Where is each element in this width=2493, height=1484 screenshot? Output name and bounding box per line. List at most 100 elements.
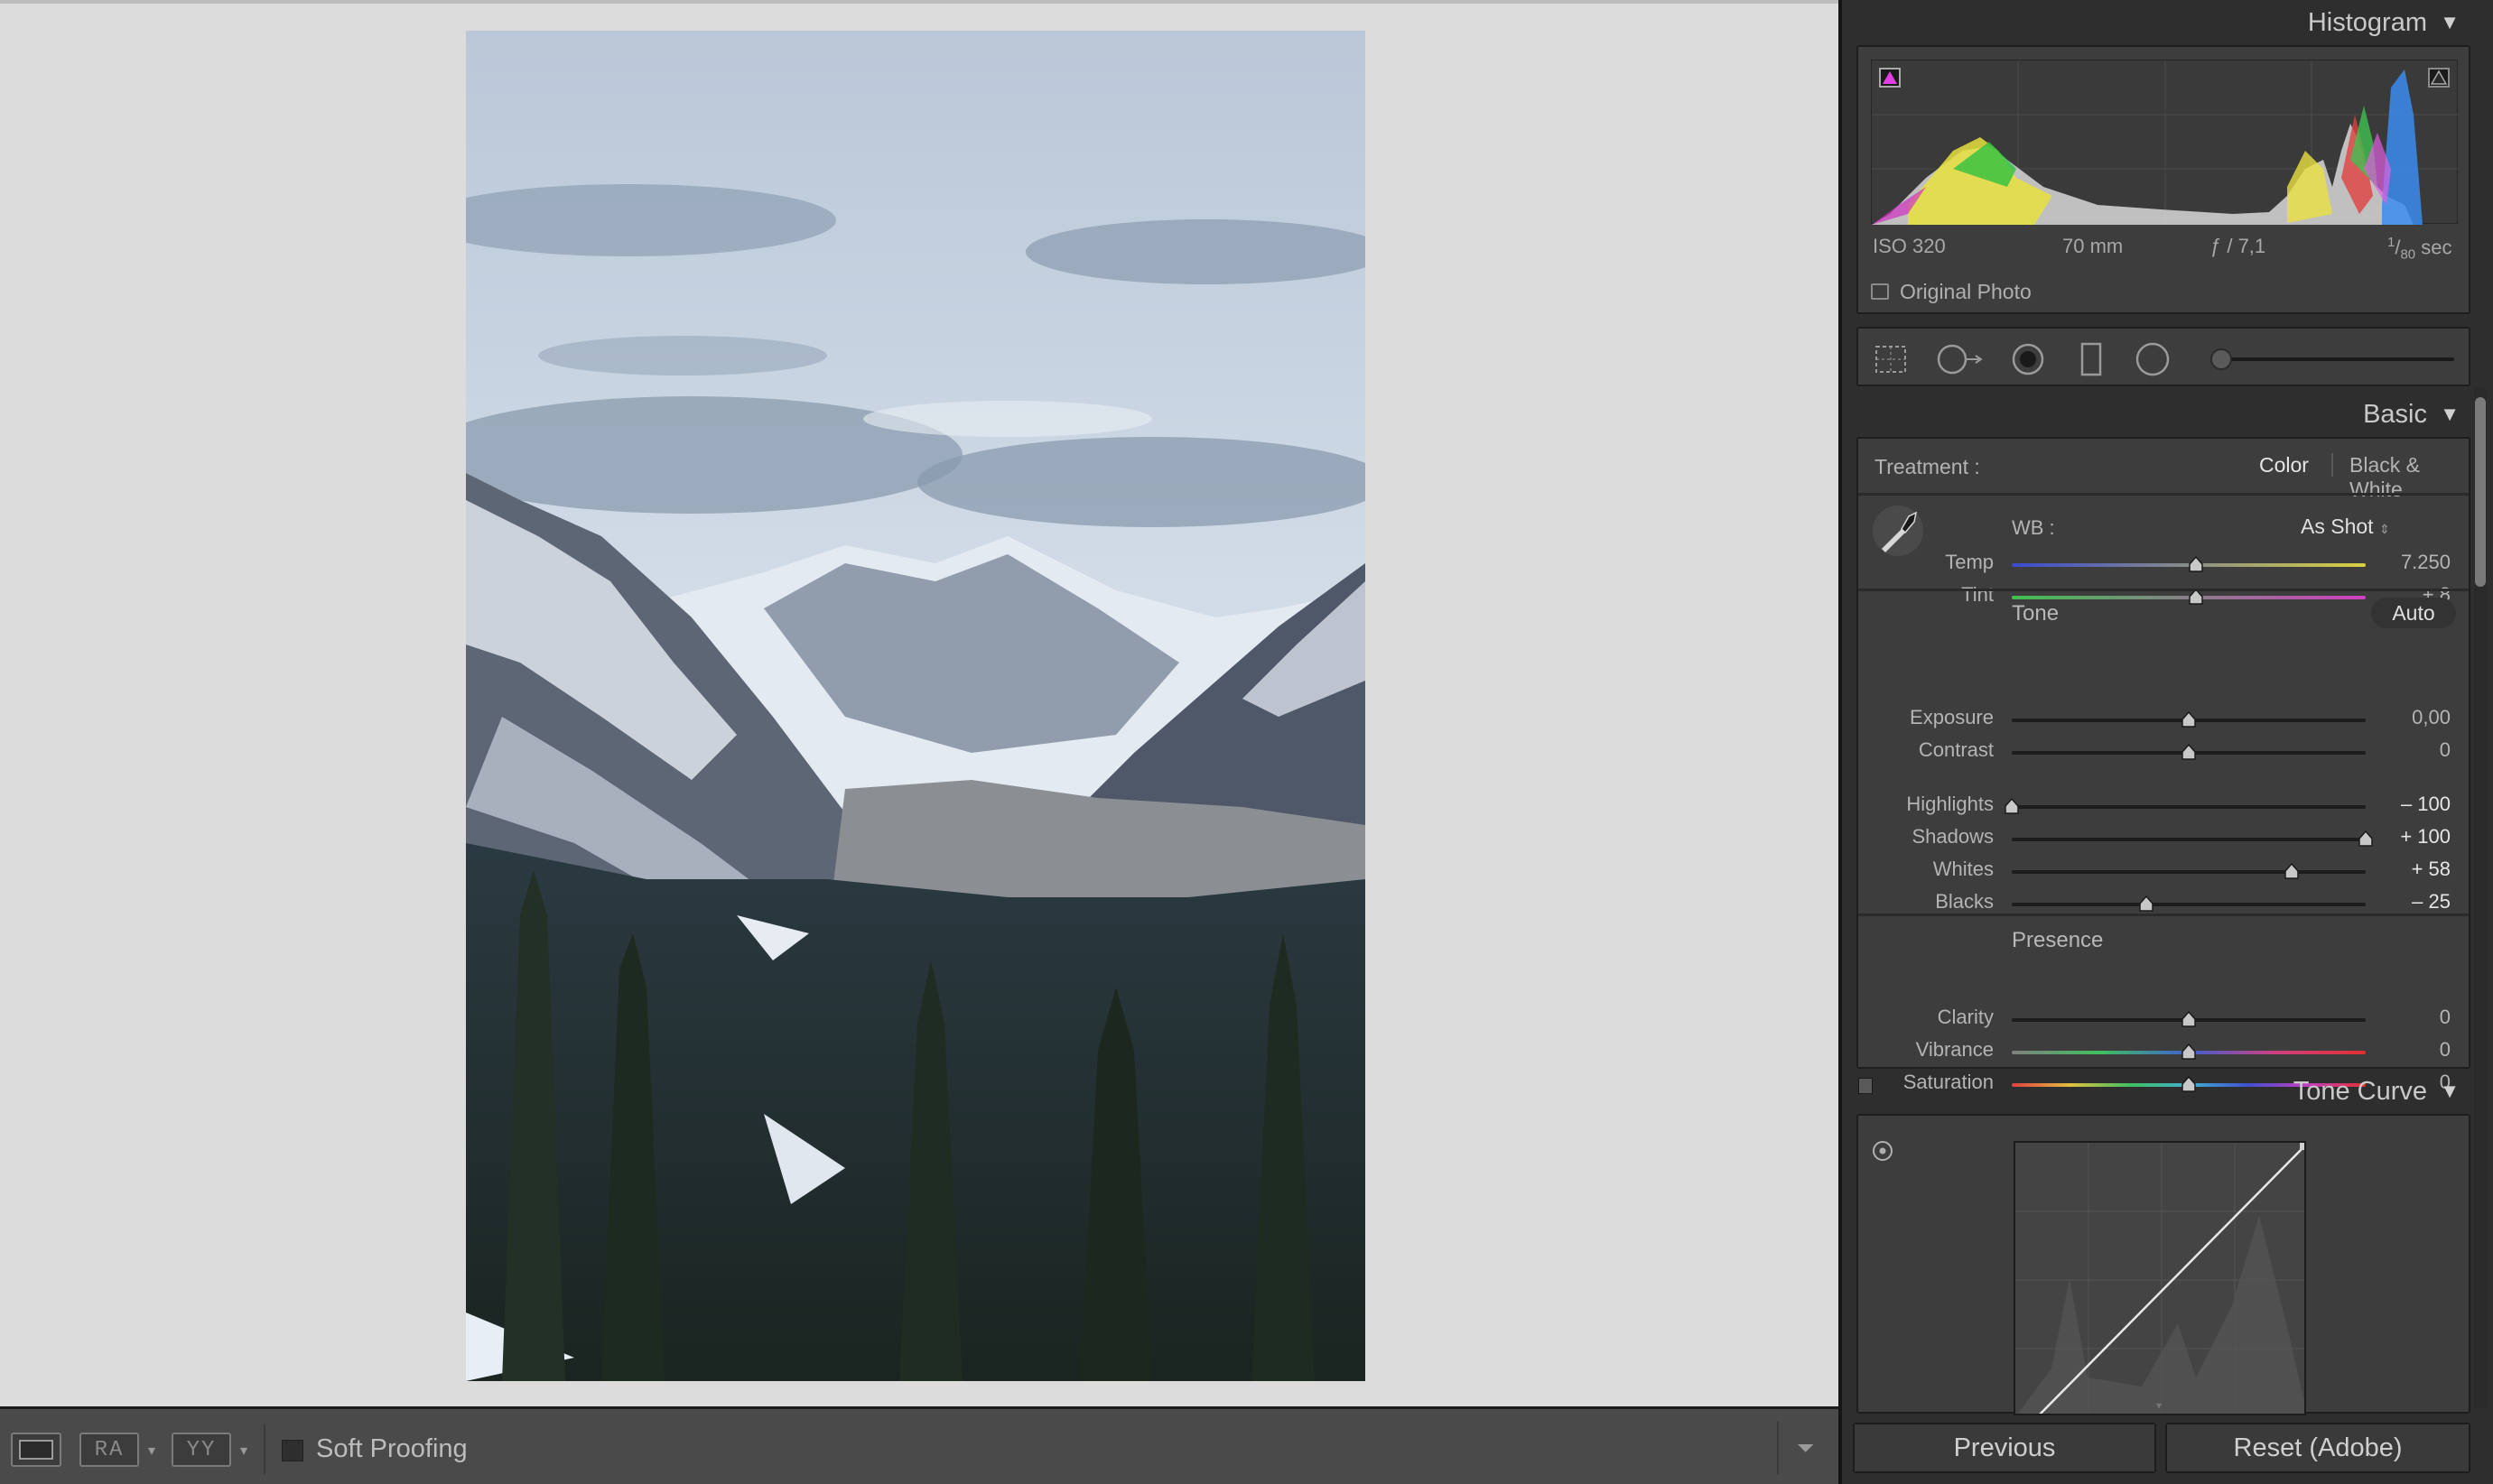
highlights-slider-thumb[interactable]: [2005, 798, 2019, 814]
wb-dropdown-arrows-icon: ⇕: [2378, 522, 2390, 536]
exposure-slider-thumb[interactable]: [2181, 711, 2196, 728]
exif-focal-length: 70 mm: [2062, 235, 2124, 257]
basic-panel: Treatment : Color Black & White WB : As …: [1856, 437, 2470, 1093]
shutter-denominator: 80: [2400, 246, 2416, 263]
toolbar-options-dropdown[interactable]: ⏷: [1797, 1436, 1814, 1461]
highlight-clip-triangle-icon: [2430, 70, 2448, 85]
wb-preset-value: As Shot: [2301, 515, 2374, 538]
tone-curve-header[interactable]: Tone Curve ▼: [1856, 1069, 2470, 1114]
shadows-slider-track[interactable]: [2012, 838, 2366, 841]
original-photo-checkbox[interactable]: [1871, 283, 1889, 300]
temp-label: Temp: [1945, 551, 1994, 573]
clarity-value[interactable]: 0: [2351, 1006, 2451, 1029]
bottom-toolbar: RA ▾ YY ▾ Soft Proofing ⏷: [0, 1406, 1838, 1484]
histogram-title: Histogram: [2307, 8, 2427, 37]
tint-label: Tint: [1961, 583, 1994, 606]
whites-label: Whites: [1932, 858, 1994, 880]
original-photo-label: Original Photo: [1900, 280, 2032, 303]
histogram-header[interactable]: Histogram ▼: [1856, 0, 2470, 45]
whites-slider-thumb[interactable]: [2284, 863, 2299, 879]
highlight-clipping-toggle[interactable]: [2428, 68, 2450, 88]
develop-tool-strip: [1856, 327, 2470, 386]
highlights-value[interactable]: – 100: [2351, 793, 2451, 816]
exif-shutter: 1/80 sec: [2387, 235, 2452, 263]
vibrance-label: Vibrance: [1915, 1038, 1994, 1061]
adjustment-brush-slider[interactable]: [2218, 357, 2454, 361]
highlights-label: Highlights: [1906, 793, 1994, 815]
wb-preset-dropdown[interactable]: As Shot ⇕: [2301, 515, 2390, 539]
treatment-label: Treatment :: [1874, 455, 1980, 478]
adjustment-brush-knob[interactable]: [2210, 348, 2232, 370]
panel-resize-handle[interactable]: ▾: [2156, 1399, 2162, 1412]
blacks-label: Blacks: [1935, 890, 1994, 913]
before-after-split-button[interactable]: YY: [172, 1433, 231, 1467]
panel-divider: [1858, 589, 2469, 591]
blacks-slider-track[interactable]: [2012, 903, 2366, 906]
chevron-down-icon[interactable]: ▾: [240, 1442, 247, 1460]
whites-slider-track[interactable]: [2012, 870, 2366, 874]
shadows-value[interactable]: + 100: [2351, 825, 2451, 849]
blacks-value[interactable]: – 25: [2351, 890, 2451, 914]
contrast-slider-thumb[interactable]: [2181, 744, 2196, 760]
toolbar-divider: [264, 1424, 265, 1474]
crop-overlay-icon[interactable]: [1873, 341, 1909, 377]
radial-filter-icon[interactable]: [2135, 341, 2171, 377]
temp-slider-thumb[interactable]: [2189, 556, 2203, 572]
before-after-view-button[interactable]: RA: [79, 1433, 139, 1467]
graduated-filter-icon[interactable]: [2073, 341, 2109, 377]
collapse-triangle-icon[interactable]: ▼: [2440, 392, 2460, 437]
clarity-slider-thumb[interactable]: [2181, 1011, 2196, 1027]
exif-iso: ISO 320: [1873, 235, 1946, 257]
tone-curve-graph[interactable]: [2014, 1141, 2306, 1415]
previous-button[interactable]: Previous: [1853, 1423, 2156, 1473]
loupe-view-button[interactable]: [11, 1433, 61, 1467]
basic-header[interactable]: Basic ▼: [1856, 392, 2470, 437]
soft-proofing-checkbox[interactable]: [282, 1440, 303, 1461]
basic-title: Basic: [2363, 400, 2427, 429]
image-workspace: [0, 0, 1838, 1406]
histogram-panel: ISO 320 70 mm ƒ / 7,1 1/80 sec Original …: [1856, 45, 2470, 314]
auto-tone-button[interactable]: Auto: [2371, 598, 2456, 628]
spot-removal-icon[interactable]: [1934, 341, 1985, 377]
red-eye-icon[interactable]: [2010, 341, 2046, 377]
tone-curve-title: Tone Curve: [2293, 1077, 2427, 1106]
tone-curve-chart: [2015, 1143, 2304, 1414]
tone-section-title: Tone: [2012, 601, 2060, 626]
photo-preview[interactable]: [466, 31, 1365, 1381]
collapse-triangle-icon[interactable]: ▼: [2440, 1069, 2460, 1114]
clarity-label: Clarity: [1937, 1006, 1994, 1028]
panel-divider: [1858, 914, 2469, 916]
whites-value[interactable]: + 58: [2351, 858, 2451, 881]
chevron-down-icon[interactable]: ▾: [148, 1442, 155, 1460]
tone-curve-panel: ▾: [1856, 1114, 2470, 1415]
white-balance-selector-icon[interactable]: [1871, 504, 1925, 558]
panel-scrollbar-thumb[interactable]: [2475, 397, 2486, 587]
exif-aperture: ƒ / 7,1: [2210, 235, 2266, 257]
treatment-divider: [2331, 453, 2333, 477]
histogram-graph[interactable]: [1871, 60, 2459, 225]
vibrance-slider-thumb[interactable]: [2181, 1043, 2196, 1060]
lightroom-develop-window: RA ▾ YY ▾ Soft Proofing ⏷ Histogram ▼ IS…: [0, 0, 2493, 1484]
vibrance-value[interactable]: 0: [2351, 1038, 2451, 1062]
loupe-icon: [19, 1440, 53, 1460]
develop-right-panel: Histogram ▼ ISO 320 70 mm ƒ / 7,1 1/80 s…: [1838, 0, 2493, 1484]
temp-value[interactable]: 7.250: [2351, 551, 2451, 574]
shadow-clip-triangle-icon: [1883, 71, 1897, 84]
toolbar-divider: [1777, 1422, 1779, 1474]
contrast-label: Contrast: [1918, 738, 1994, 761]
treatment-color-option[interactable]: Color: [2259, 453, 2309, 478]
shadows-label: Shadows: [1912, 825, 1994, 848]
shutter-numerator: 1: [2387, 235, 2395, 250]
exposure-label: Exposure: [1910, 706, 1994, 728]
wb-label: WB :: [2012, 516, 2055, 539]
blacks-slider-thumb[interactable]: [2139, 895, 2153, 912]
histogram-chart: [1872, 60, 2459, 225]
highlights-slider-track[interactable]: [2012, 805, 2366, 809]
collapse-triangle-icon[interactable]: ▼: [2440, 0, 2460, 45]
target-adjustment-icon[interactable]: [1871, 1139, 1894, 1163]
exposure-value[interactable]: 0,00: [2351, 706, 2451, 729]
contrast-value[interactable]: 0: [2351, 738, 2451, 762]
shadow-clipping-toggle[interactable]: [1879, 68, 1901, 88]
reset-button[interactable]: Reset (Adobe): [2165, 1423, 2470, 1473]
mountain-valley-image: [466, 31, 1365, 1381]
